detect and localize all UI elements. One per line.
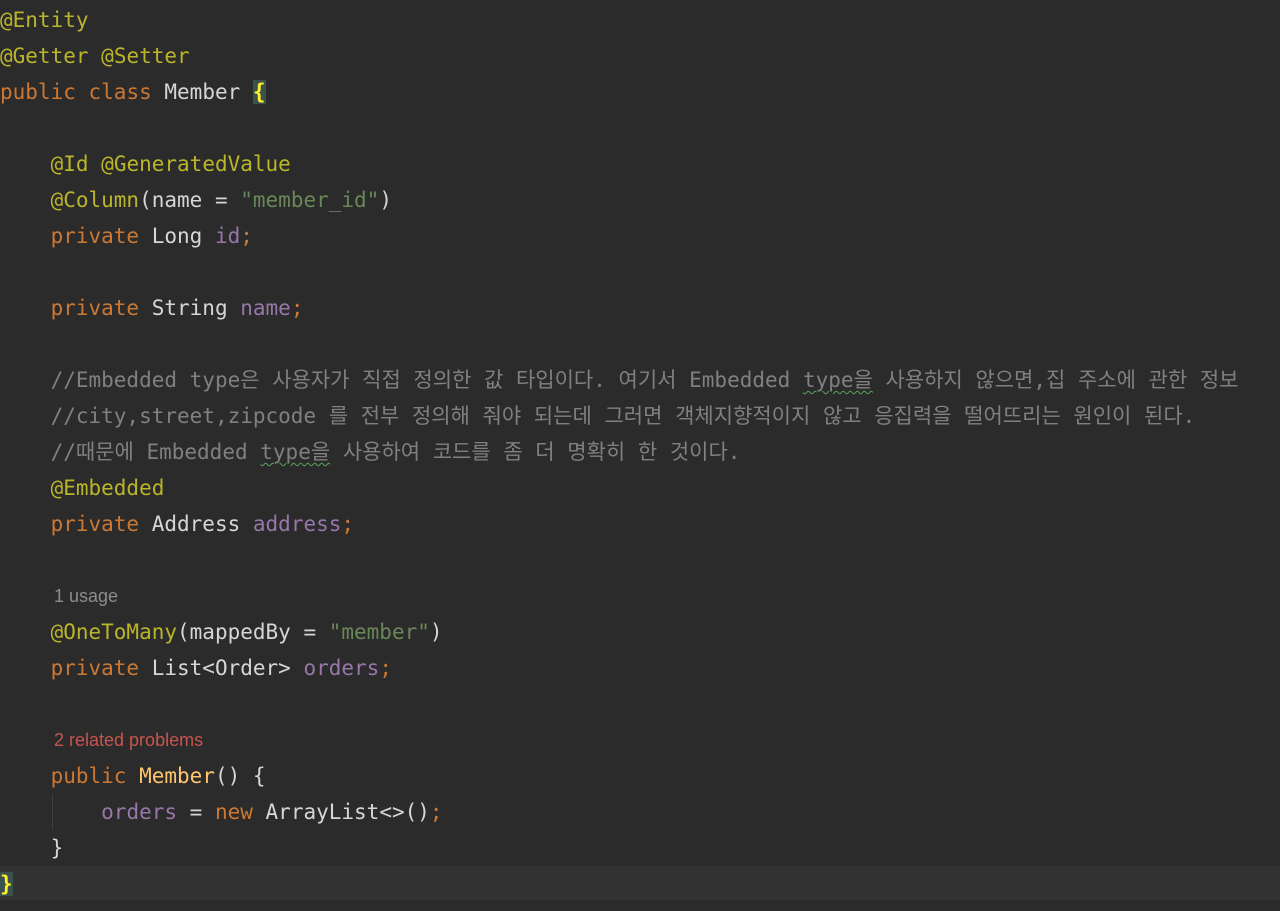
- code-line-14[interactable]: @Embedded: [0, 470, 165, 506]
- field-name: name: [240, 296, 291, 320]
- comment-typo-warning[interactable]: type을: [803, 368, 873, 392]
- comment-line: //city,street,zipcode 를 전부 정의해 줘야 되는데 그러…: [50, 404, 1196, 428]
- matched-brace-close: }: [0, 872, 13, 896]
- code-line-15[interactable]: private Address address;: [0, 506, 354, 542]
- brace-close-method: }: [50, 836, 64, 860]
- field-id: id: [214, 224, 241, 248]
- string-member-id: "member_id": [240, 188, 380, 212]
- semicolon: ;: [290, 296, 304, 320]
- code-line-17[interactable]: @OneToMany(mappedBy = "member"): [0, 614, 443, 650]
- matched-brace-open: {: [252, 80, 266, 104]
- string-member: "member": [328, 620, 430, 644]
- semicolon: ;: [341, 512, 355, 536]
- keyword-class: class: [88, 80, 152, 104]
- type-list-order: List<Order>: [139, 656, 304, 680]
- inlay-hint-problems[interactable]: 2 related problems: [54, 722, 203, 758]
- keyword-public: public: [0, 80, 76, 104]
- mapping-args-close: ): [429, 620, 443, 644]
- keyword-private: private: [50, 296, 140, 320]
- semicolon: ;: [429, 800, 443, 824]
- annotation-column: @Column: [50, 188, 140, 212]
- semicolon: ;: [240, 224, 253, 248]
- code-line-11[interactable]: //Embedded type은 사용자가 직접 정의한 값 타입이다. 여기서…: [0, 362, 1239, 398]
- comment-part-2: 사용하여 코드를 좀 더 명확히 한 것이다.: [330, 440, 741, 464]
- keyword-private: private: [50, 512, 140, 536]
- annotation-id: @Id: [50, 152, 89, 176]
- column-args-close: ): [379, 188, 392, 212]
- code-line-20[interactable]: public Member() {: [0, 758, 266, 794]
- code-line-18[interactable]: private List<Order> orders;: [0, 650, 392, 686]
- code-line-6[interactable]: @Column(name = "member_id"): [0, 182, 392, 218]
- constructor-name: Member: [139, 764, 215, 788]
- code-line-21[interactable]: orders = new ArrayList<>();: [0, 794, 443, 830]
- column-args-open: (name =: [139, 188, 241, 212]
- comment-part-3: 사용하지 않으면,집 주소에 관한 정보: [872, 368, 1239, 392]
- comment-typo-warning[interactable]: type을: [260, 440, 330, 464]
- inlay-hint-usages[interactable]: 1 usage: [54, 578, 118, 614]
- code-line-1[interactable]: @Entity: [0, 2, 89, 38]
- keyword-private: private: [50, 656, 140, 680]
- annotation-one-to-many: @OneToMany: [50, 620, 178, 644]
- comment-word-type: type: [189, 368, 241, 392]
- code-line-12[interactable]: //city,street,zipcode 를 전부 정의해 줘야 되는데 그러…: [0, 398, 1196, 434]
- comment-part-1: //Embedded: [50, 368, 190, 392]
- mapping-args-open: (mappedBy =: [177, 620, 329, 644]
- keyword-new: new: [214, 800, 253, 824]
- type-string: String: [139, 296, 241, 320]
- code-line-5[interactable]: @Id @GeneratedValue: [0, 146, 291, 182]
- comment-part-1: //때문에 Embedded: [50, 440, 261, 464]
- annotation-embedded: @Embedded: [50, 476, 165, 500]
- field-orders-ref: orders: [101, 800, 178, 824]
- type-address: Address: [139, 512, 253, 536]
- semicolon: ;: [379, 656, 392, 680]
- code-editor[interactable]: @Entity @Getter @Setter public class Mem…: [0, 0, 1280, 911]
- code-line-23-current[interactable]: }: [0, 866, 1280, 902]
- class-name: Member: [164, 80, 241, 104]
- code-line-3[interactable]: public class Member {: [0, 74, 266, 110]
- type-long: Long: [139, 224, 215, 248]
- editor-bottom-edge: [0, 900, 1280, 911]
- code-line-22[interactable]: }: [0, 830, 64, 866]
- code-line-9[interactable]: private String name;: [0, 290, 304, 326]
- field-address: address: [252, 512, 342, 536]
- arraylist-ctor: ArrayList<>(): [252, 800, 430, 824]
- comment-part-2: 은 사용자가 직접 정의한 값 타입이다. 여기서 Embedded: [240, 368, 803, 392]
- field-orders: orders: [303, 656, 380, 680]
- code-line-13[interactable]: //때문에 Embedded type을 사용하여 코드를 좀 더 명확히 한 …: [0, 434, 741, 470]
- code-line-2[interactable]: @Getter @Setter: [0, 38, 190, 74]
- annotation-getter: @Getter: [0, 44, 89, 68]
- assign-op: =: [177, 800, 215, 824]
- annotation-entity: @Entity: [0, 8, 89, 32]
- annotation-generated-value: @GeneratedValue: [101, 152, 291, 176]
- keyword-private: private: [50, 224, 140, 248]
- annotation-setter: @Setter: [101, 44, 190, 68]
- keyword-public: public: [50, 764, 127, 788]
- code-line-7[interactable]: private Long id;: [0, 218, 253, 254]
- constructor-params: () {: [214, 764, 266, 788]
